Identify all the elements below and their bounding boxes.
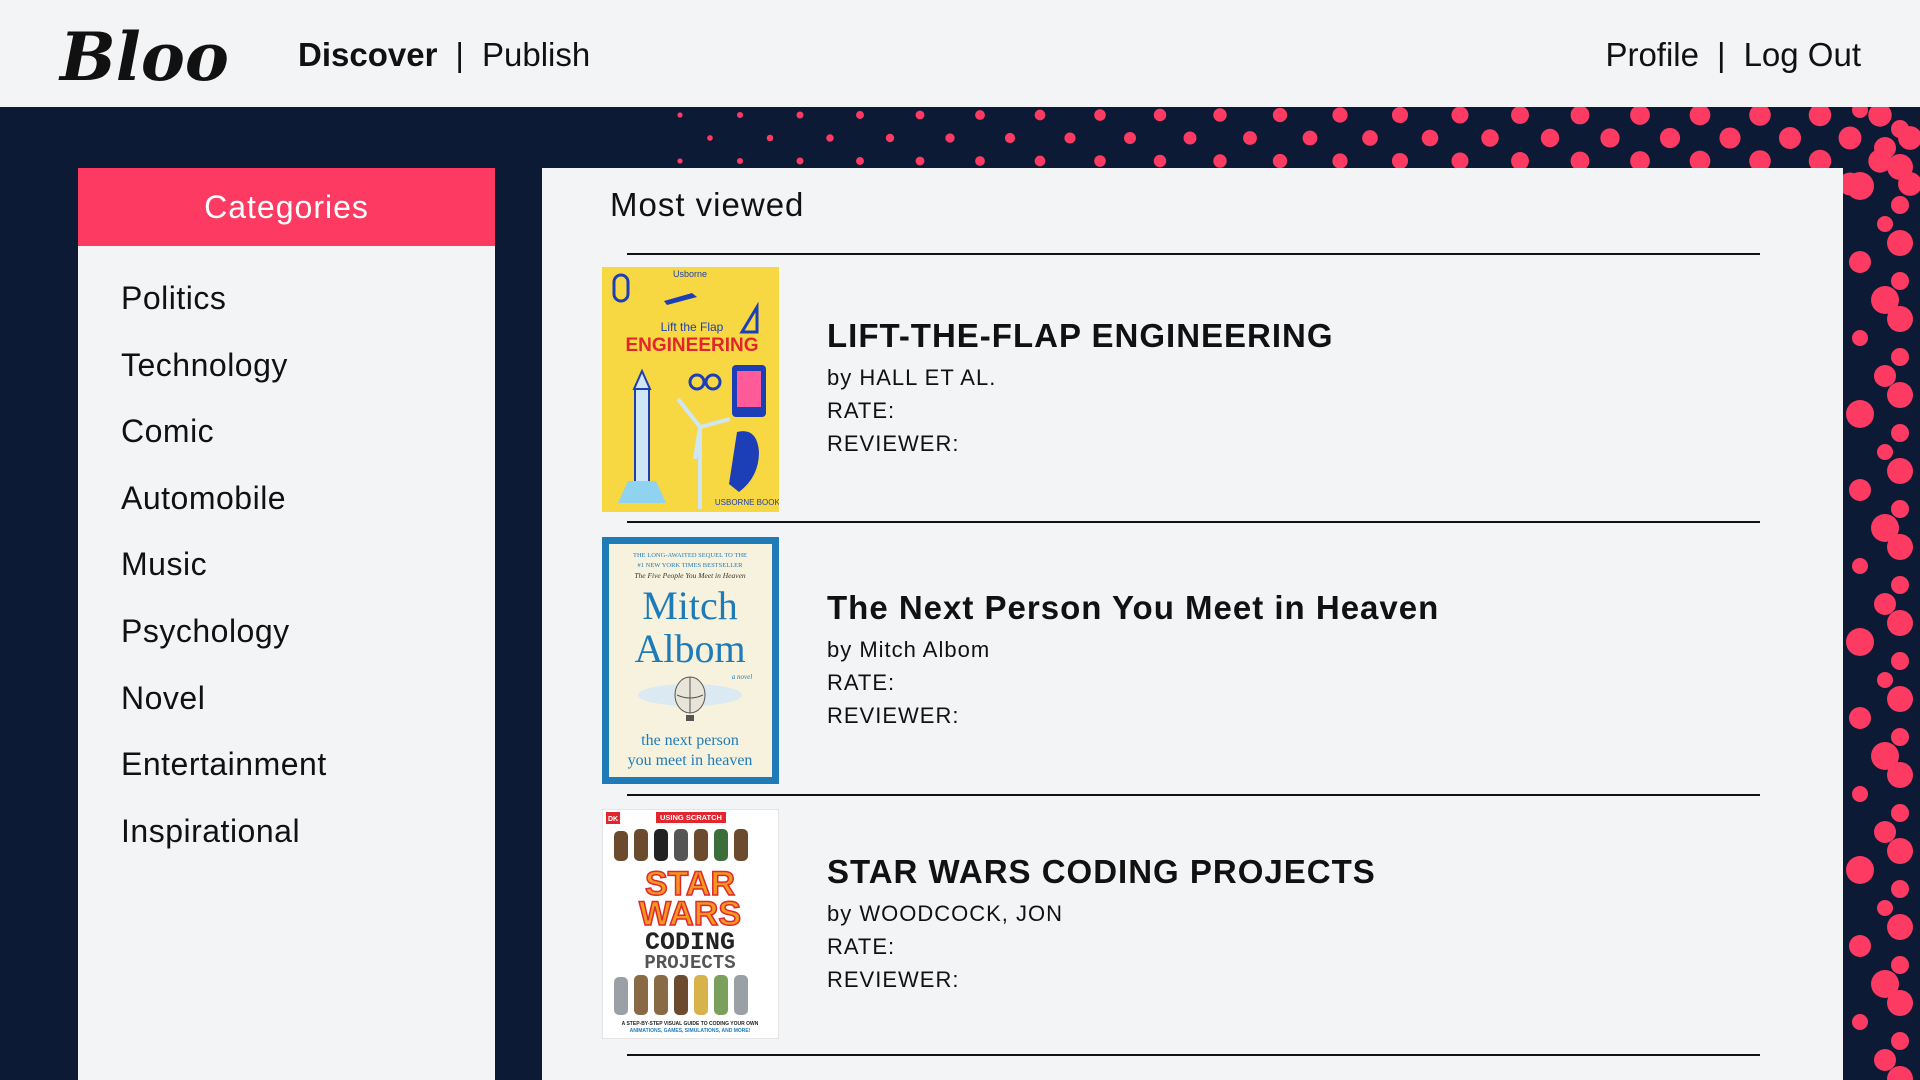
divider <box>627 253 1760 255</box>
category-item-music[interactable]: Music <box>121 538 495 605</box>
svg-text:ENGINEERING: ENGINEERING <box>625 335 758 356</box>
section-title: Most viewed <box>610 186 805 223</box>
svg-text:Albom: Albom <box>634 626 745 671</box>
category-item-politics[interactable]: Politics <box>121 272 495 339</box>
book-title[interactable]: STAR WARS CODING PROJECTS <box>827 853 1376 891</box>
book-info: The Next Person You Meet in Heaven by Mi… <box>827 589 1439 732</box>
svg-text:Lift the Flap: Lift the Flap <box>661 320 724 334</box>
category-item-automobile[interactable]: Automobile <box>121 472 495 539</box>
book-reviewer-label: REVIEWER: <box>827 703 960 728</box>
category-item-novel[interactable]: Novel <box>121 672 495 739</box>
category-item-inspirational[interactable]: Inspirational <box>121 805 495 872</box>
book-cover-engineering[interactable]: Usborne Lift the Flap ENGINEERING USBORN… <box>602 267 779 512</box>
book-rate-label: RATE: <box>827 934 896 959</box>
book-reviewer-label: REVIEWER: <box>827 967 960 992</box>
book-rate-label: RATE: <box>827 670 896 695</box>
book-cover-star-wars[interactable]: DK USING SCRATCH STAR WARS CODING PROJEC… <box>602 809 779 1039</box>
nav-logout-link[interactable]: Log Out <box>1744 36 1861 74</box>
svg-text:PROJECTS: PROJECTS <box>644 952 735 974</box>
nav-publish-link[interactable]: Publish <box>482 36 590 74</box>
svg-text:A STEP-BY-STEP VISUAL GUIDE TO: A STEP-BY-STEP VISUAL GUIDE TO CODING YO… <box>622 1021 759 1027</box>
book-reviewer-label: REVIEWER: <box>827 431 960 456</box>
account-nav: Profile | Log Out <box>1605 36 1861 74</box>
categories-sidebar: Categories Politics Technology Comic Aut… <box>78 168 495 1080</box>
book-cover-next-person[interactable]: THE LONG-AWAITED SEQUEL TO THE #1 NEW YO… <box>602 537 779 784</box>
most-viewed-panel: Most viewed Usborne Lift the Flap ENGINE… <box>542 168 1843 1080</box>
divider <box>627 794 1760 796</box>
category-item-psychology[interactable]: Psychology <box>121 605 495 672</box>
book-title[interactable]: The Next Person You Meet in Heaven <box>827 589 1439 627</box>
categories-header: Categories <box>78 168 495 246</box>
nav-profile-link[interactable]: Profile <box>1605 36 1699 74</box>
book-author: by HALL ET AL. <box>827 365 997 390</box>
book-info: LIFT-THE-FLAP ENGINEERING by HALL ET AL.… <box>827 317 1334 460</box>
svg-text:DK: DK <box>608 816 618 823</box>
book-title[interactable]: LIFT-THE-FLAP ENGINEERING <box>827 317 1334 355</box>
book-rate-label: RATE: <box>827 398 896 423</box>
category-item-comic[interactable]: Comic <box>121 405 495 472</box>
primary-nav: Discover | Publish <box>298 36 590 74</box>
svg-text:The Five People You Meet in He: The Five People You Meet in Heaven <box>634 571 746 580</box>
nav-discover-link[interactable]: Discover <box>298 36 437 74</box>
svg-text:ANIMATIONS, GAMES, SIMULATIONS: ANIMATIONS, GAMES, SIMULATIONS, AND MORE… <box>630 1028 751 1034</box>
book-info: STAR WARS CODING PROJECTS by WOODCOCK, J… <box>827 853 1376 996</box>
blook-logo[interactable]: Blook <box>58 12 228 98</box>
svg-text:Mitch: Mitch <box>642 583 738 628</box>
nav-separator: | <box>455 36 464 73</box>
book-card: Usborne Lift the Flap ENGINEERING USBORN… <box>602 267 1762 512</box>
category-item-technology[interactable]: Technology <box>121 339 495 406</box>
category-list: Politics Technology Comic Automobile Mus… <box>78 246 495 871</box>
book-author: by Mitch Albom <box>827 637 991 662</box>
svg-text:the next person: the next person <box>641 732 739 749</box>
nav-separator: | <box>1717 36 1726 73</box>
svg-text:USING SCRATCH: USING SCRATCH <box>660 813 722 822</box>
category-item-entertainment[interactable]: Entertainment <box>121 738 495 805</box>
svg-text:a novel: a novel <box>732 673 752 681</box>
svg-text:THE LONG-AWAITED SEQUEL TO THE: THE LONG-AWAITED SEQUEL TO THE <box>633 552 747 559</box>
svg-text:Usborne: Usborne <box>673 269 707 279</box>
svg-text:Blook: Blook <box>58 18 228 96</box>
book-author: by WOODCOCK, JON <box>827 901 1064 926</box>
divider <box>627 1054 1760 1056</box>
svg-text:you meet in heaven: you meet in heaven <box>628 752 753 769</box>
book-card: THE LONG-AWAITED SEQUEL TO THE #1 NEW YO… <box>602 537 1762 784</box>
book-card: DK USING SCRATCH STAR WARS CODING PROJEC… <box>602 809 1762 1039</box>
top-navigation-bar: Blook Discover | Publish Profile | Log O… <box>0 0 1920 107</box>
svg-text:#1 NEW YORK TIMES BESTSELLER: #1 NEW YORK TIMES BESTSELLER <box>638 562 744 569</box>
divider <box>627 521 1760 523</box>
svg-text:USBORNE BOOKS: USBORNE BOOKS <box>715 498 779 507</box>
